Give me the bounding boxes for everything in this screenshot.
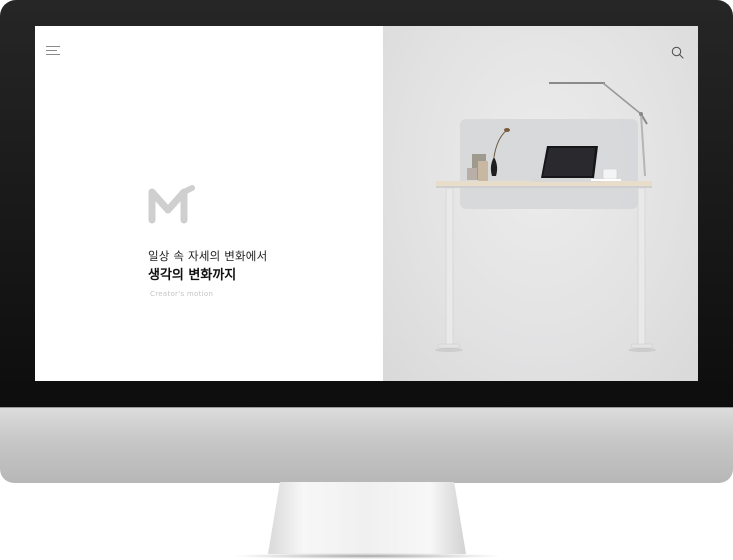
standing-desk-image (435, 82, 656, 352)
desk-leg-left (445, 187, 454, 347)
cup (602, 168, 618, 180)
desk-leg-right (637, 187, 646, 347)
hero-caption: Creator's motion (150, 290, 214, 298)
hero-right-panel (383, 26, 698, 381)
monitor-screen: 일상 속 자세의 변화에서 생각의 변화까지 Creator's motion (35, 26, 698, 381)
hero-left-panel: 일상 속 자세의 변화에서 생각의 변화까지 Creator's motion (35, 26, 383, 381)
stand-shadow (230, 553, 504, 559)
hero-title: 생각의 변화까지 (148, 268, 237, 283)
m1-brand-logo (148, 185, 195, 224)
hamburger-menu-icon[interactable] (46, 46, 60, 58)
hero-subtitle: 일상 속 자세의 변화에서 (148, 249, 268, 263)
monitor-chin (0, 407, 733, 483)
monitor-stand (268, 482, 466, 554)
